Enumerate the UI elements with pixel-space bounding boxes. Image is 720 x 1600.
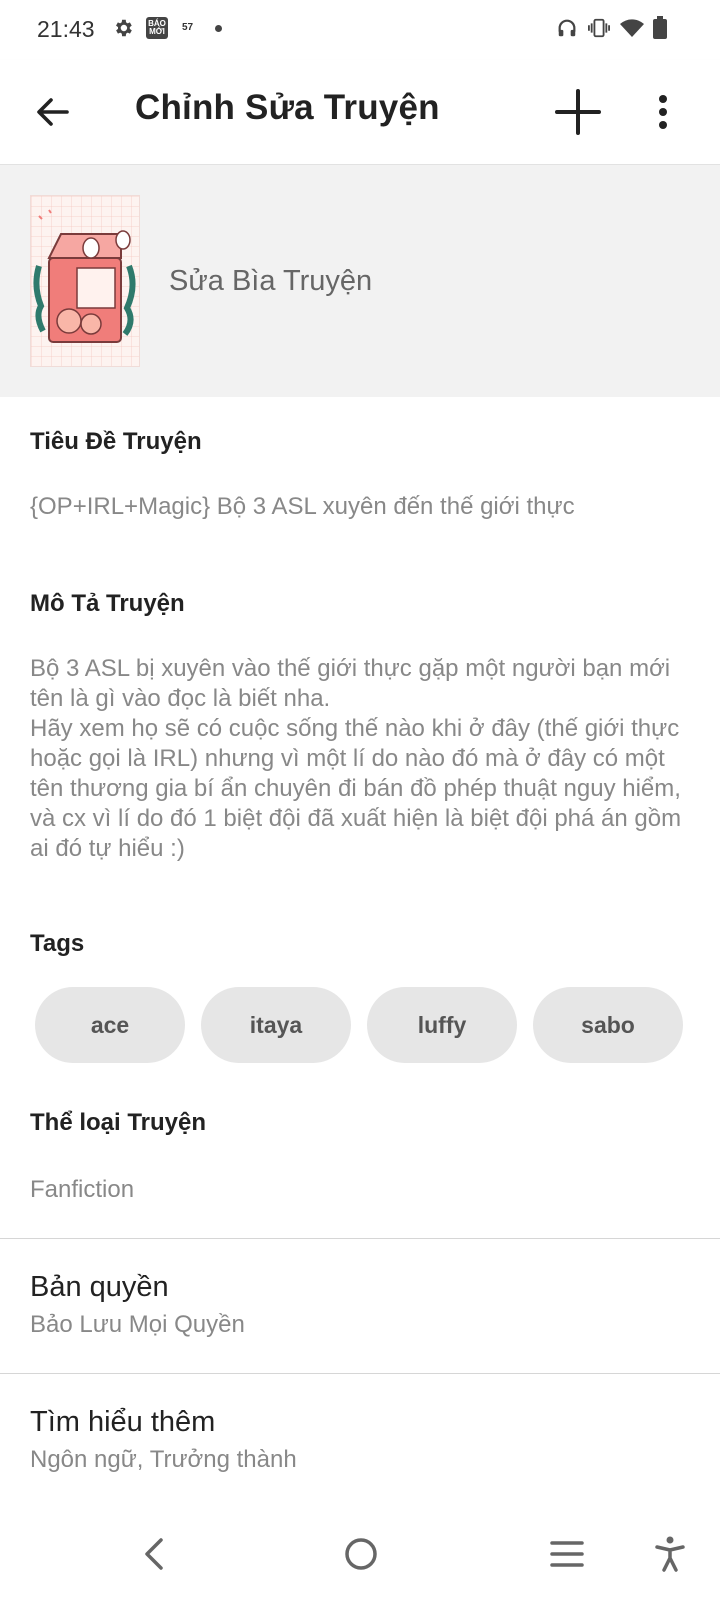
category-heading: Thể loại Truyện xyxy=(30,1109,207,1136)
app-bar: Chỉnh Sửa Truyện xyxy=(0,60,720,165)
battery-icon xyxy=(652,16,668,40)
learn-more-item[interactable]: Tìm hiểu thêm Ngôn ngữ, Trưởng thành xyxy=(0,1374,720,1508)
copyright-subtitle: Bảo Lưu Mọi Quyền xyxy=(30,1311,245,1338)
tags-heading: Tags xyxy=(30,930,85,957)
nav-home-icon[interactable] xyxy=(337,1530,385,1578)
vibrate-icon xyxy=(586,16,612,40)
tag-chip[interactable]: luffy xyxy=(367,987,517,1063)
nav-back-icon[interactable] xyxy=(130,1530,178,1578)
story-title-heading: Tiêu Đề Truyện xyxy=(30,428,202,455)
tag-chip[interactable]: itaya xyxy=(201,987,351,1063)
status-time: 21:43 xyxy=(37,16,95,42)
learn-more-subtitle: Ngôn ngữ, Trưởng thành xyxy=(30,1446,297,1473)
accessibility-icon[interactable] xyxy=(646,1530,694,1578)
network-speed: 57 xyxy=(182,22,194,33)
tags-list: ace itaya luffy sabo xyxy=(35,987,685,1063)
story-title-field[interactable]: {OP+IRL+Magic} Bộ 3 ASL xuyên đến thế gi… xyxy=(30,492,690,522)
edit-cover-label[interactable]: Sửa Bìa Truyện xyxy=(169,265,372,298)
speed-icon: 57 xyxy=(182,16,193,40)
headphones-icon xyxy=(555,16,579,40)
gear-icon xyxy=(112,16,134,40)
story-description-field[interactable]: Bộ 3 ASL bị xuyên vào thế giới thực gặp … xyxy=(30,654,690,864)
status-bar: 21:43 BÁO MỚI 57 xyxy=(0,0,720,60)
plus-icon[interactable] xyxy=(550,84,606,140)
cover-image[interactable] xyxy=(30,195,140,367)
baomoi-badge: BÁO MỚI xyxy=(146,17,168,39)
system-nav-bar xyxy=(0,1520,720,1600)
nav-recents-icon[interactable] xyxy=(543,1530,591,1578)
story-description-heading: Mô Tả Truyện xyxy=(30,590,185,617)
baomoi-icon: BÁO MỚI xyxy=(146,16,168,40)
tag-chip[interactable]: ace xyxy=(35,987,185,1063)
page-title: Chỉnh Sửa Truyện xyxy=(135,88,440,127)
dot-icon xyxy=(215,16,222,40)
wifi-icon xyxy=(619,16,645,40)
learn-more-title: Tìm hiểu thêm xyxy=(30,1406,216,1438)
category-value[interactable]: Fanfiction xyxy=(30,1175,690,1205)
copyright-title: Bản quyền xyxy=(30,1271,169,1303)
edit-cover-row[interactable]: Sửa Bìa Truyện xyxy=(0,165,720,397)
tag-chip[interactable]: sabo xyxy=(533,987,683,1063)
back-arrow-icon[interactable] xyxy=(26,86,78,138)
copyright-item[interactable]: Bản quyền Bảo Lưu Mọi Quyền xyxy=(0,1239,720,1373)
more-vert-icon[interactable] xyxy=(648,84,678,140)
